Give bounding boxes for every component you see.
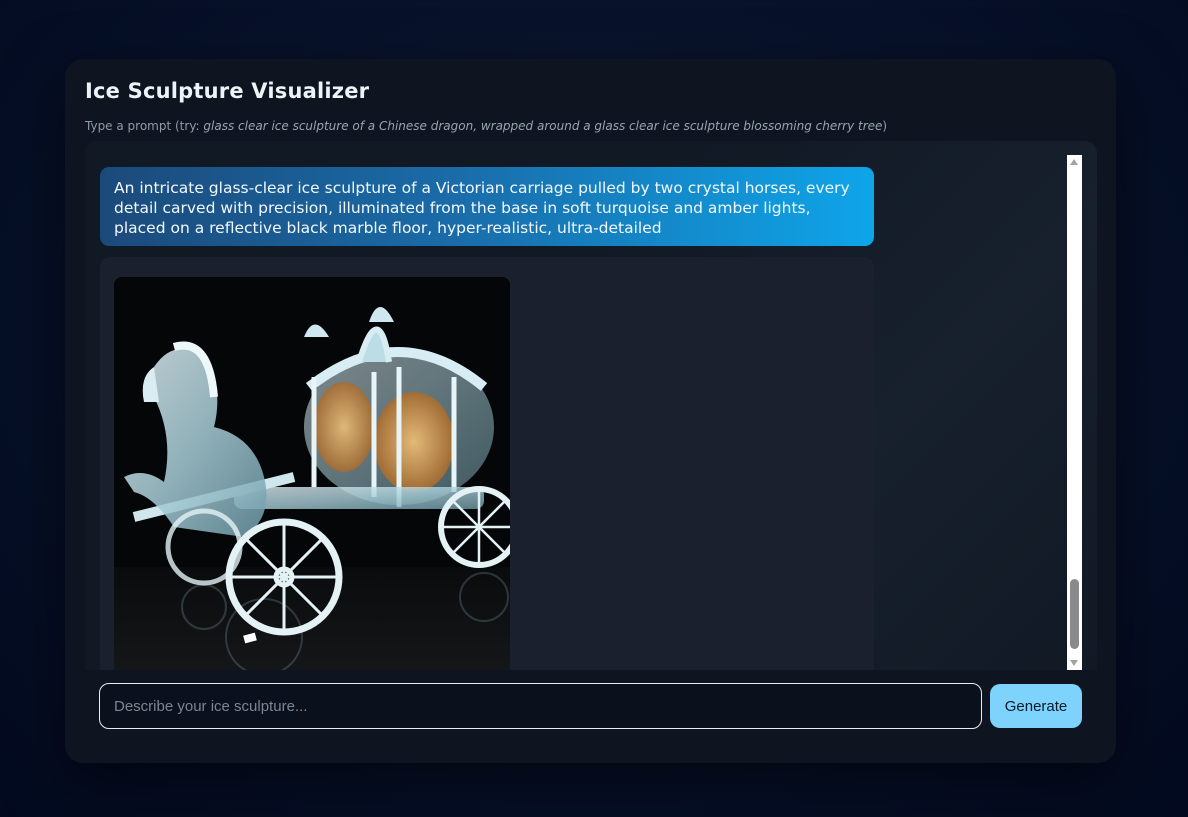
page-title: Ice Sculpture Visualizer: [85, 79, 370, 103]
ice-carriage-illustration: [114, 277, 510, 670]
hint-suffix: ): [882, 119, 888, 133]
generated-sculpture-image: [114, 277, 510, 670]
user-message-bubble: An intricate glass-clear ice sculpture o…: [100, 167, 874, 246]
scroll-up-arrow-icon[interactable]: [1070, 159, 1078, 165]
app-panel: Ice Sculpture Visualizer Type a prompt (…: [65, 59, 1116, 763]
assistant-message: [100, 257, 874, 670]
chat-scrollbar[interactable]: [1067, 155, 1082, 670]
hint-example: glass clear ice sculpture of a Chinese d…: [203, 119, 883, 133]
scroll-down-arrow-icon[interactable]: [1070, 660, 1078, 666]
hint-prefix: Type a prompt (try:: [85, 119, 204, 133]
user-message-text: An intricate glass-clear ice sculpture o…: [114, 179, 850, 237]
prompt-hint: Type a prompt (try: glass clear ice scul…: [85, 119, 887, 133]
scroll-thumb[interactable]: [1070, 579, 1079, 649]
prompt-input[interactable]: [99, 683, 982, 729]
generate-button[interactable]: Generate: [990, 684, 1082, 728]
chat-log[interactable]: An intricate glass-clear ice sculpture o…: [85, 141, 1097, 670]
